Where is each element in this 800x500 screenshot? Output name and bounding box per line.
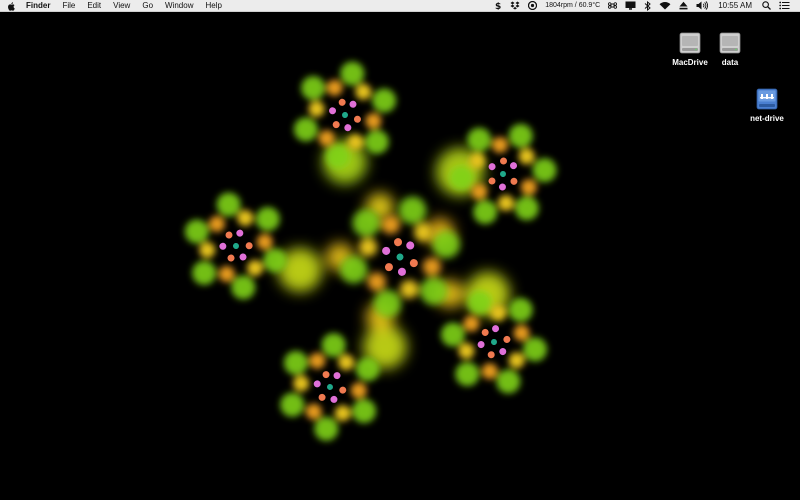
spotlight-icon[interactable] (758, 1, 775, 10)
menu-window[interactable]: Window (159, 0, 199, 12)
bluetooth-icon[interactable] (640, 0, 655, 11)
desktop-icon-label: data (721, 58, 739, 67)
hard-drive-icon (719, 32, 741, 54)
fractal-wallpaper (0, 12, 800, 500)
svg-text:$: $ (495, 2, 501, 10)
menu-view[interactable]: View (107, 0, 136, 12)
volume-icon[interactable] (692, 1, 712, 10)
menu-help[interactable]: Help (199, 0, 227, 12)
network-drive-icon (756, 88, 778, 110)
menu-app-finder[interactable]: Finder (22, 0, 56, 12)
desktop-icon-net-drive[interactable]: net-drive (737, 86, 797, 123)
menu-left: Finder File Edit View Go Window Help (0, 0, 228, 11)
desktop-icon-label: net-drive (750, 114, 784, 123)
menu-edit[interactable]: Edit (81, 0, 107, 12)
command-icon[interactable] (604, 1, 621, 10)
dollar-icon[interactable]: $ (490, 1, 506, 10)
menu-clock[interactable]: 10:55 AM (712, 1, 758, 10)
istat-icon[interactable] (524, 1, 541, 10)
desktop-icon-data[interactable]: data (700, 30, 760, 67)
dropbox-icon[interactable] (506, 1, 524, 10)
status-area: $ 1804rpm / 60.9°C 10:55 AM (490, 0, 800, 11)
desktop: MacDrive data net-drive (0, 12, 800, 500)
fan-readout[interactable]: 1804rpm / 60.9°C (541, 0, 604, 12)
menu-file[interactable]: File (56, 0, 81, 12)
notification-center-icon[interactable] (775, 1, 794, 10)
wifi-icon[interactable] (655, 1, 675, 10)
apple-icon[interactable] (0, 0, 22, 12)
display-icon[interactable] (621, 1, 640, 10)
eject-icon[interactable] (675, 1, 692, 10)
menu-go[interactable]: Go (136, 0, 159, 12)
menu-bar: Finder File Edit View Go Window Help $ 1… (0, 0, 800, 12)
